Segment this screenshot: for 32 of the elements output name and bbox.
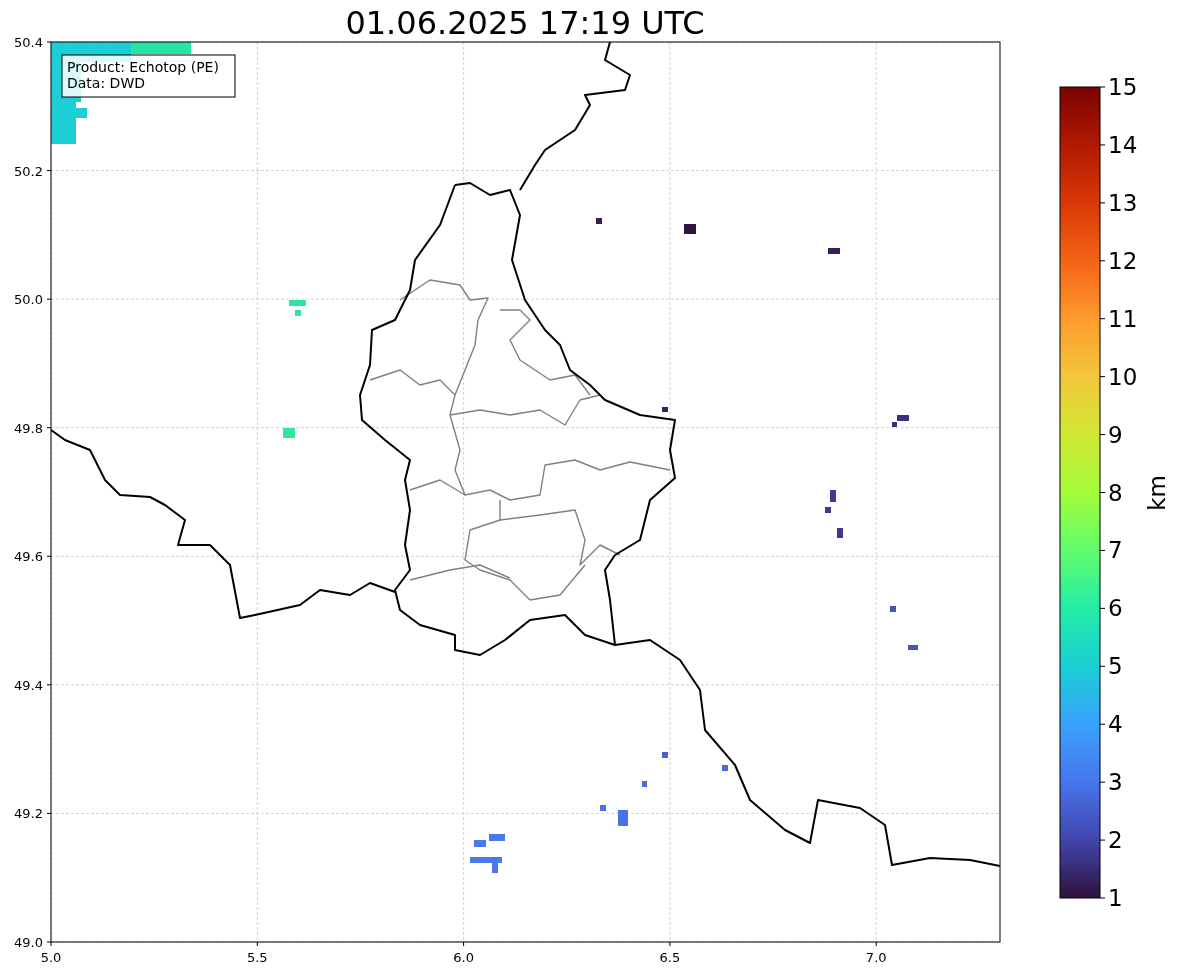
colorbar-tick-label: 3 bbox=[1108, 769, 1123, 796]
y-tick-label: 49.0 bbox=[14, 935, 43, 950]
y-tick-label: 49.4 bbox=[14, 677, 43, 693]
chart-title: 01.06.2025 17:19 UTC bbox=[345, 4, 705, 42]
colorbar-tick-label: 1 bbox=[1108, 885, 1123, 911]
y-tick-label: 49.6 bbox=[14, 549, 43, 565]
colorbar-tick-label: 6 bbox=[1108, 595, 1123, 622]
colorbar-tick-label: 15 bbox=[1108, 74, 1138, 100]
x-tick-label: 5.5 bbox=[246, 950, 268, 965]
colorbar-tick-label: 11 bbox=[1108, 305, 1138, 332]
x-tick-label: 6.5 bbox=[659, 950, 681, 965]
x-tick-label: 6.0 bbox=[453, 950, 474, 965]
colorbar-tick-label: 14 bbox=[1108, 131, 1138, 158]
colorbar-tick-label: 2 bbox=[1108, 827, 1123, 854]
colorbar-tick-label: 4 bbox=[1108, 711, 1123, 738]
info-text: Data: DWD bbox=[67, 75, 145, 91]
colorbar-tick-label: 13 bbox=[1108, 189, 1138, 216]
colorbar-tick-label: 7 bbox=[1108, 537, 1123, 564]
y-tick-label: 49.2 bbox=[14, 806, 43, 822]
y-tick-label: 50.4 bbox=[14, 35, 43, 50]
x-tick-label: 5.0 bbox=[40, 950, 62, 965]
x-tick-label: 7.0 bbox=[865, 950, 887, 965]
info-text: Product: Echotop (PE) bbox=[67, 59, 219, 75]
colorbar-tick-label: 12 bbox=[1108, 247, 1138, 274]
y-tick-label: 50.2 bbox=[14, 163, 43, 179]
y-tick-label: 50.0 bbox=[14, 292, 43, 308]
colorbar-tick-label: 5 bbox=[1108, 653, 1123, 680]
colorbar-tick-label: 9 bbox=[1108, 421, 1123, 448]
colorbar-label: km bbox=[1144, 475, 1170, 511]
y-tick-label: 49.8 bbox=[14, 420, 43, 436]
colorbar-tick-label: 8 bbox=[1108, 479, 1123, 506]
colorbar-tick-label: 10 bbox=[1108, 363, 1138, 390]
